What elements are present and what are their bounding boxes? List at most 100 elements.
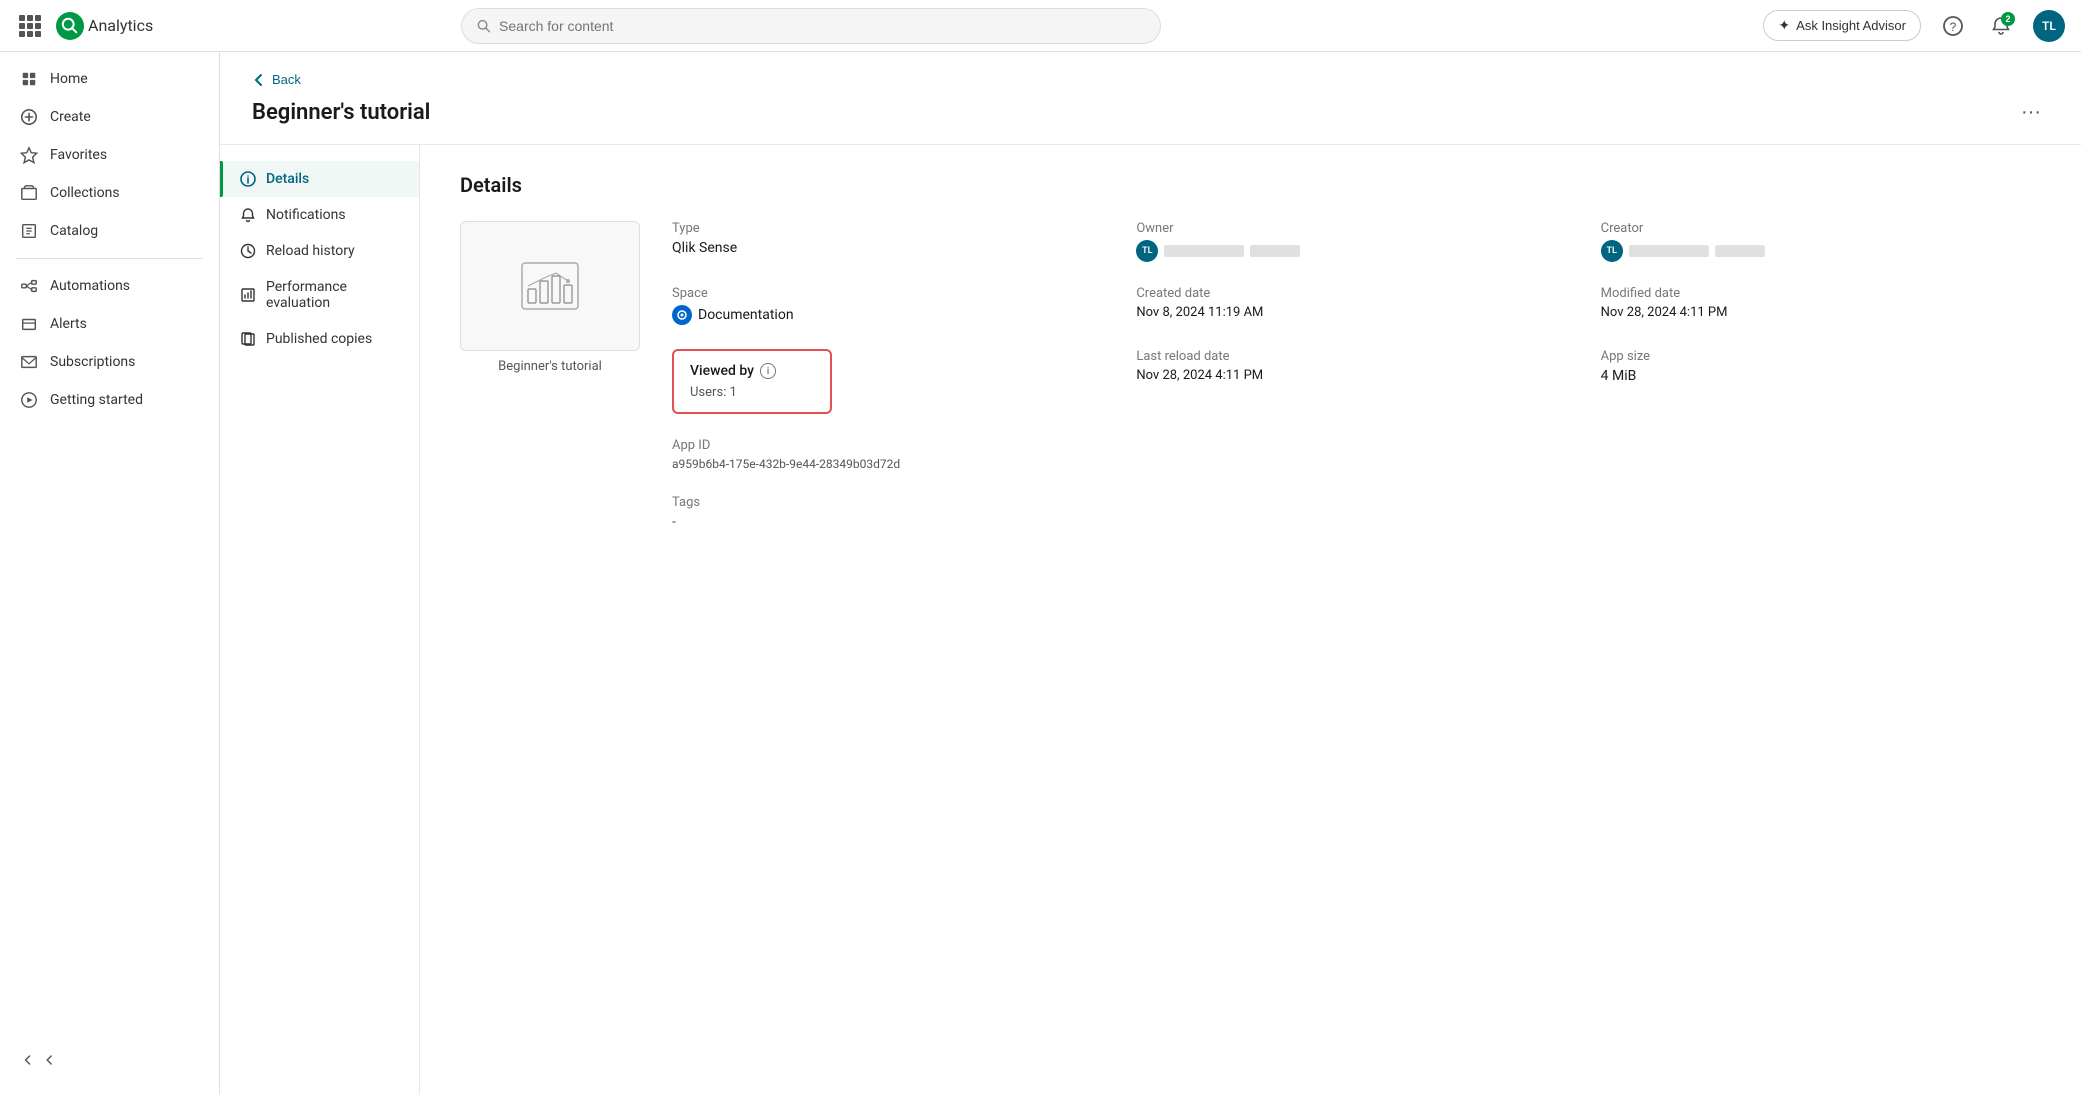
sidebar-label-alerts: Alerts — [50, 316, 87, 332]
sidebar-item-alerts[interactable]: Alerts — [0, 305, 219, 343]
meta-row-2: Space Documentation Created date — [672, 286, 2041, 325]
app-name-label: Analytics — [88, 16, 153, 35]
sidebar-item-favorites[interactable]: Favorites — [0, 136, 219, 174]
creator-label: Creator — [1601, 221, 2041, 236]
owner-row: TL — [1136, 240, 1576, 262]
alerts-icon — [20, 315, 38, 333]
collapse-arrow-icon — [44, 1052, 60, 1068]
published-copies-icon — [240, 331, 256, 347]
details-icon — [240, 171, 256, 187]
collections-icon — [20, 184, 38, 202]
creator-avatar: TL — [1601, 240, 1623, 262]
app-thumbnail-container: Beginner's tutorial — [460, 221, 640, 374]
tab-reload-history[interactable]: Reload history — [220, 233, 419, 269]
topnav: Analytics ✦ Ask Insight Advisor ? 2 T — [0, 0, 2081, 52]
page-title-row: Beginner's tutorial ··· — [252, 97, 2049, 128]
tab-notifications-label: Notifications — [266, 207, 346, 223]
sidebar-label-collections: Collections — [50, 185, 120, 201]
svg-text:?: ? — [1950, 20, 1957, 34]
sidebar-label-subscriptions: Subscriptions — [50, 354, 135, 370]
space-value-row: Documentation — [672, 305, 794, 325]
performance-icon — [240, 287, 256, 303]
insight-star-icon: ✦ — [1778, 17, 1790, 34]
topnav-right: ✦ Ask Insight Advisor ? 2 TL — [1763, 10, 2065, 42]
tags-value: - — [672, 514, 2041, 530]
sidebar-item-collections[interactable]: Collections — [0, 174, 219, 212]
sidebar-item-home[interactable]: Home — [0, 60, 219, 98]
viewed-by-box: Viewed by i Users: 1 — [672, 349, 832, 414]
last-reload-value: Nov 28, 2024 4:11 PM — [1136, 368, 1576, 383]
sidebar-label-getting-started: Getting started — [50, 392, 143, 408]
meta-modified-date: Modified date Nov 28, 2024 4:11 PM — [1601, 286, 2041, 325]
meta-created-date: Created date Nov 8, 2024 11:19 AM — [1136, 286, 1576, 325]
layout: Home Create Favorites Collections Catalo… — [0, 52, 2081, 1094]
back-label: Back — [272, 72, 301, 87]
tab-performance-label: Performance evaluation — [266, 279, 399, 311]
search-bar[interactable] — [461, 8, 1161, 44]
sidebar-label-automations: Automations — [50, 278, 130, 294]
content-area: Details Notifications Reload history Per… — [220, 145, 2081, 1094]
tab-reload-history-label: Reload history — [266, 243, 355, 259]
details-section-title: Details — [460, 173, 2041, 197]
qlik-q-icon — [61, 17, 79, 35]
avatar[interactable]: TL — [2033, 10, 2065, 42]
sidebar-label-favorites: Favorites — [50, 147, 107, 163]
back-button[interactable]: Back — [252, 72, 301, 87]
owner-label: Owner — [1136, 221, 1576, 236]
qlik-logo: Analytics — [56, 12, 153, 40]
meta-tags: Tags - — [672, 495, 2041, 530]
created-date-label: Created date — [1136, 286, 1576, 301]
modified-date-value: Nov 28, 2024 4:11 PM — [1601, 305, 2041, 320]
info-icon: i — [760, 363, 776, 379]
create-icon — [20, 108, 38, 126]
space-inner-icon — [676, 309, 688, 321]
sidebar-item-subscriptions[interactable]: Subscriptions — [0, 343, 219, 381]
app-thumbnail-name: Beginner's tutorial — [460, 359, 640, 374]
tab-performance-evaluation[interactable]: Performance evaluation — [220, 269, 419, 321]
created-date-value: Nov 8, 2024 11:19 AM — [1136, 305, 1576, 320]
tab-published-copies[interactable]: Published copies — [220, 321, 419, 357]
catalog-icon — [20, 222, 38, 240]
help-button[interactable]: ? — [1937, 10, 1969, 42]
favorites-icon — [20, 146, 38, 164]
automations-icon — [20, 277, 38, 295]
tab-details[interactable]: Details — [220, 161, 419, 197]
meta-creator: Creator TL — [1601, 221, 2041, 262]
side-tabs: Details Notifications Reload history Per… — [220, 145, 420, 1094]
search-input[interactable] — [499, 18, 1146, 34]
sidebar-item-automations[interactable]: Automations — [0, 267, 219, 305]
notifications-button[interactable]: 2 — [1985, 10, 2017, 42]
page-header: Back Beginner's tutorial ··· — [220, 52, 2081, 145]
back-arrow-icon — [252, 73, 266, 87]
creator-row: TL — [1601, 240, 2041, 262]
type-label: Type — [672, 221, 1112, 236]
details-panel: Details — [420, 145, 2081, 1094]
tab-notifications[interactable]: Notifications — [220, 197, 419, 233]
app-size-label: App size — [1601, 349, 2041, 364]
app-id-value: a959b6b4-175e-432b-9e44-28349b03d72d — [672, 457, 1112, 471]
insight-advisor-label: Ask Insight Advisor — [1796, 18, 1906, 33]
meta-app-id: App ID a959b6b4-175e-432b-9e44-28349b03d… — [672, 438, 1112, 471]
meta-row-1: Type Qlik Sense Owner TL — [672, 221, 2041, 262]
meta-owner: Owner TL — [1136, 221, 1576, 262]
more-options-button[interactable]: ··· — [2013, 97, 2049, 128]
sidebar-item-getting-started[interactable]: Getting started — [0, 381, 219, 419]
app-preview-row: Beginner's tutorial Type Qlik Sense Owne… — [460, 221, 2041, 530]
sidebar-item-create[interactable]: Create — [0, 98, 219, 136]
tags-label: Tags — [672, 495, 2041, 510]
reload-history-icon — [240, 243, 256, 259]
space-value: Documentation — [698, 307, 794, 323]
grid-menu-button[interactable] — [16, 10, 48, 42]
app-size-value: 4 MiB — [1601, 368, 2041, 384]
sidebar-label-catalog: Catalog — [50, 223, 98, 239]
viewed-by-value: Users: 1 — [690, 385, 814, 400]
sidebar-label-home: Home — [50, 71, 88, 87]
meta-space: Space Documentation — [672, 286, 1112, 325]
insight-advisor-button[interactable]: ✦ Ask Insight Advisor — [1763, 10, 1921, 41]
app-thumbnail-icon — [520, 261, 580, 311]
page-title: Beginner's tutorial — [252, 100, 430, 125]
sidebar-label-create: Create — [50, 109, 91, 125]
sidebar-item-catalog[interactable]: Catalog — [0, 212, 219, 250]
viewed-by-text: Viewed by — [690, 363, 754, 379]
collapse-sidebar-button[interactable] — [0, 1042, 219, 1078]
